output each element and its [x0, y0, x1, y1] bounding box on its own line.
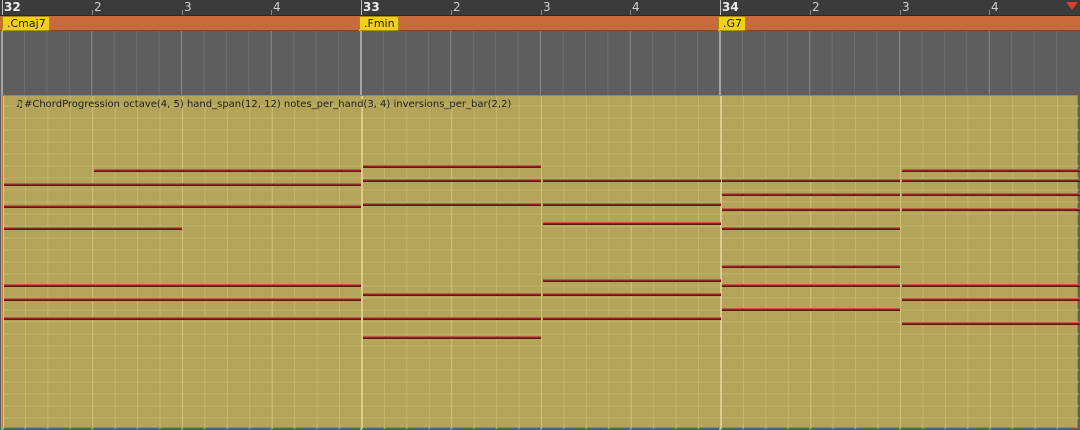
midi-clip[interactable]: ♫#ChordProgression octave(4, 5) hand_spa…	[2, 95, 1080, 429]
midi-note[interactable]	[4, 317, 361, 320]
chord-label[interactable]: .Cmaj7	[2, 16, 50, 31]
beat-tick	[989, 10, 990, 15]
midi-note[interactable]	[363, 203, 541, 206]
bar-line	[2, 0, 3, 15]
midi-note[interactable]	[543, 279, 721, 282]
midi-note[interactable]	[902, 179, 1080, 182]
midi-note[interactable]	[4, 227, 182, 230]
bar-number: 32	[4, 0, 21, 14]
midi-note[interactable]	[94, 169, 361, 172]
timeline-ruler[interactable]: 32 2 3 4 33 2 3 4 34 2 3 4	[0, 0, 1080, 16]
clip-grid	[3, 96, 1079, 429]
beat-number: 2	[812, 0, 820, 14]
chord-label[interactable]: .Fmin	[359, 16, 399, 31]
beat-tick	[810, 10, 811, 15]
loop-end-marker-icon[interactable]	[1066, 2, 1078, 10]
midi-note[interactable]	[722, 227, 900, 230]
beat-tick	[451, 10, 452, 15]
arrangement-lane[interactable]: ♫#ChordProgression octave(4, 5) hand_spa…	[0, 31, 1080, 430]
midi-note[interactable]	[722, 284, 900, 287]
beat-number: 4	[991, 0, 999, 14]
midi-note[interactable]	[363, 293, 541, 296]
midi-note[interactable]	[4, 183, 361, 186]
midi-note[interactable]	[722, 179, 900, 182]
midi-note[interactable]	[4, 298, 361, 301]
midi-note[interactable]	[902, 169, 1080, 172]
clip-name[interactable]: ♫#ChordProgression octave(4, 5) hand_spa…	[15, 99, 511, 110]
bar-number: 33	[363, 0, 380, 14]
arrangement-view: 32 2 3 4 33 2 3 4 34 2 3 4 .Cmaj7 .Fmin .G7 ♫#ChordPr…	[0, 0, 1080, 430]
beat-tick	[541, 10, 542, 15]
midi-note[interactable]	[543, 179, 721, 182]
midi-note[interactable]	[902, 298, 1080, 301]
midi-note[interactable]	[543, 317, 721, 320]
bar-number: 34	[722, 0, 739, 14]
chord-track[interactable]: .Cmaj7 .Fmin .G7	[0, 16, 1080, 33]
chord-label[interactable]: .G7	[718, 16, 747, 31]
beat-number: 2	[94, 0, 102, 14]
beat-tick	[900, 10, 901, 15]
midi-note[interactable]	[722, 193, 900, 196]
midi-note[interactable]	[722, 208, 900, 211]
midi-note[interactable]	[543, 203, 721, 206]
midi-note[interactable]	[363, 165, 541, 168]
beat-number: 3	[184, 0, 192, 14]
midi-note[interactable]	[902, 284, 1080, 287]
bar-line	[361, 0, 362, 15]
midi-note[interactable]	[363, 336, 541, 339]
beat-tick	[182, 10, 183, 15]
beat-tick	[92, 10, 93, 15]
midi-note[interactable]	[363, 179, 541, 182]
beat-number: 2	[453, 0, 461, 14]
beat-number: 3	[902, 0, 910, 14]
beat-tick	[271, 10, 272, 15]
midi-note[interactable]	[4, 284, 361, 287]
midi-note[interactable]	[543, 222, 721, 225]
midi-note[interactable]	[543, 293, 721, 296]
beat-number: 3	[543, 0, 551, 14]
midi-note[interactable]	[722, 308, 900, 311]
midi-note[interactable]	[4, 205, 361, 208]
midi-note[interactable]	[902, 208, 1080, 211]
beat-tick	[630, 10, 631, 15]
beat-number: 4	[632, 0, 640, 14]
bar-line	[720, 0, 721, 15]
midi-note[interactable]	[902, 322, 1080, 325]
midi-note[interactable]	[902, 193, 1080, 196]
midi-note[interactable]	[722, 265, 900, 268]
beat-number: 4	[273, 0, 281, 14]
midi-note[interactable]	[363, 317, 541, 320]
